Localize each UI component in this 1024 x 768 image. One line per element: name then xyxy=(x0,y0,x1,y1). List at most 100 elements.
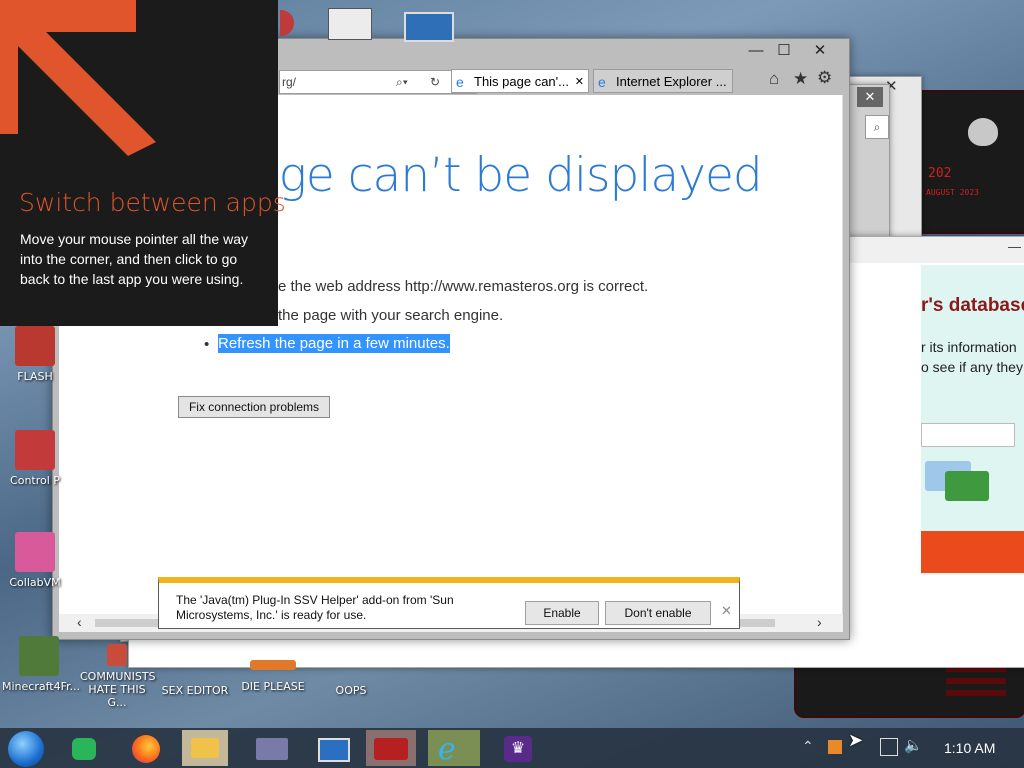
folder-icon xyxy=(191,738,219,758)
arrow-up-left-icon xyxy=(0,0,156,156)
taskbar-file-explorer[interactable] xyxy=(182,730,228,766)
minecraft-icon xyxy=(19,636,59,676)
alien-date: AUGUST 2023 xyxy=(926,188,979,197)
vertical-scrollbar[interactable] xyxy=(842,95,843,632)
taskbar-app-window[interactable] xyxy=(250,730,294,766)
clock[interactable]: 1:10 AM xyxy=(944,740,995,756)
alien-head-icon xyxy=(968,118,998,146)
page-area: r's database r its information o see if … xyxy=(921,265,1024,575)
taskbar-computer[interactable] xyxy=(310,730,354,766)
favorites-icon[interactable]: ★ xyxy=(793,69,808,89)
search-engine-line: the page with your search engine. xyxy=(278,307,504,324)
orange-banner[interactable] xyxy=(921,531,1024,573)
ie-tab-icon: e xyxy=(598,74,606,90)
address-text: rg/ xyxy=(282,75,297,89)
desktop-icon-sex-editor[interactable]: SEX EDITOR xyxy=(158,660,232,697)
desktop-icon-label: FLASH xyxy=(17,370,53,383)
db-input[interactable] xyxy=(921,423,1015,447)
maximize-button[interactable]: ☐ xyxy=(771,41,797,61)
taskbar-firefox[interactable] xyxy=(124,730,168,766)
trophy-icon: ♛ xyxy=(504,736,532,762)
enable-button[interactable]: Enable xyxy=(525,601,599,625)
mouse-cursor-icon: ➤ xyxy=(848,730,864,750)
desktop-icon-minecraft[interactable]: Minecraft4Fr... xyxy=(2,636,81,693)
refresh-line-selected: Refresh the page in a few minutes. xyxy=(218,334,450,353)
desktop-icon-oops[interactable]: OOPS xyxy=(314,660,388,697)
desktop-icon-flash[interactable]: FLASH xyxy=(0,326,72,383)
tray-app-icon[interactable] xyxy=(828,740,842,754)
document-icon xyxy=(107,644,127,666)
db-heading: r's database xyxy=(921,295,1024,316)
taskbar-trophy-app[interactable]: ♛ xyxy=(496,730,540,766)
tip-title: Switch between apps xyxy=(19,188,286,217)
desktop-icon-top-2[interactable] xyxy=(328,8,372,40)
alien-app-icon xyxy=(374,738,408,760)
error-title: page can’t be displayed xyxy=(222,148,763,203)
tray-chevron-up-icon[interactable]: ⌃ xyxy=(802,738,814,755)
control-panel-icon xyxy=(15,430,55,470)
desktop-icon-label: DIE PLEASE xyxy=(241,680,305,693)
desktop-icon-top-1[interactable] xyxy=(280,10,294,36)
tab-internet-explorer[interactable]: e Internet Explorer ... xyxy=(593,69,733,93)
bullet: • xyxy=(204,336,210,353)
close-icon[interactable]: ✕ xyxy=(857,87,883,107)
desktop-icon-control-panel[interactable]: Control P xyxy=(0,430,72,487)
desktop-icon-label: Minecraft4Fr... xyxy=(2,680,81,693)
tab-label: Internet Explorer ... xyxy=(616,74,727,89)
taskbar-internet-explorer[interactable]: e xyxy=(428,730,480,767)
minimize-button[interactable]: — xyxy=(743,41,769,61)
window-icon xyxy=(256,738,288,760)
desktop-icon-top-3[interactable] xyxy=(404,12,454,42)
taskbar: e ♛ ⌃ ➤ 🔈 1:10 AM xyxy=(0,728,1024,768)
tab-label: This page can'... xyxy=(474,74,569,89)
notes-icon xyxy=(72,738,96,760)
tip-body: Move your mouse pointer all the way into… xyxy=(20,231,248,287)
taskbar-notes-app[interactable] xyxy=(62,730,106,766)
db-text-1: r its information xyxy=(921,339,1017,355)
switch-apps-tip: Switch between apps Move your mouse poin… xyxy=(0,0,286,326)
volume-icon[interactable]: 🔈 xyxy=(904,736,923,754)
desktop-icon-label: OOPS xyxy=(335,684,367,697)
scroll-right-icon[interactable]: › xyxy=(817,614,822,630)
search-icon[interactable]: ⌕▾ xyxy=(396,71,408,93)
desktop-icon-collabvm[interactable]: CollabVM xyxy=(0,532,72,589)
dont-enable-button[interactable]: Don't enable xyxy=(605,601,711,625)
firefox-icon xyxy=(132,735,160,763)
collabvm-icon xyxy=(15,532,55,572)
close-button[interactable]: ✕ xyxy=(807,41,833,61)
desktop-icon-label: Control P xyxy=(10,474,60,487)
network-icon[interactable] xyxy=(880,738,898,756)
credit-cards-image xyxy=(925,461,989,501)
editor-icon xyxy=(175,660,215,680)
tab-page-cant-display[interactable]: e This page can'... ✕ xyxy=(451,69,589,93)
ie-tab-icon: e xyxy=(456,74,464,90)
alien-number: 202 xyxy=(928,166,952,181)
desktop-icon-die-please[interactable]: DIE PLEASE xyxy=(236,660,310,693)
db-text-2: o see if any they xyxy=(921,359,1023,375)
addon-notification-bar: The 'Java(tm) Plug-In SSV Helper' add-on… xyxy=(158,577,740,629)
check-address-line: e the web address http://www.remasteros.… xyxy=(278,278,649,295)
app-icon xyxy=(250,660,296,670)
address-bar[interactable]: rg/ ⌕▾ ↻ xyxy=(279,70,477,94)
scroll-left-icon[interactable]: ‹ xyxy=(77,614,82,630)
settings-icon[interactable]: ⚙ xyxy=(817,68,832,88)
refresh-icon[interactable]: ↻ xyxy=(430,71,440,93)
desktop-icon-label: CollabVM xyxy=(9,576,61,589)
start-button[interactable] xyxy=(8,731,44,767)
app-icon xyxy=(331,660,371,680)
minimize-icon[interactable]: — xyxy=(1008,239,1021,254)
computer-icon xyxy=(318,738,350,762)
desktop-icon-label: COMMUNISTS HATE THIS G... xyxy=(80,670,156,709)
desktop-icon-label: SEX EDITOR xyxy=(161,684,229,697)
ie-icon: e xyxy=(438,732,456,767)
fix-connection-button[interactable]: Fix connection problems xyxy=(178,396,330,418)
notification-close-icon[interactable]: ✕ xyxy=(721,603,732,619)
notification-text: The 'Java(tm) Plug-In SSV Helper' add-on… xyxy=(176,593,454,622)
tab-close-icon[interactable]: ✕ xyxy=(575,70,584,92)
flash-icon xyxy=(15,326,55,366)
alienware-widget: 202 AUGUST 2023 xyxy=(918,90,1024,234)
search-icon[interactable]: ⌕ xyxy=(865,115,889,139)
home-icon[interactable]: ⌂ xyxy=(769,69,779,89)
taskbar-alien-app[interactable] xyxy=(366,730,416,766)
desktop-icon-communists[interactable]: COMMUNISTS HATE THIS G... xyxy=(80,644,156,709)
